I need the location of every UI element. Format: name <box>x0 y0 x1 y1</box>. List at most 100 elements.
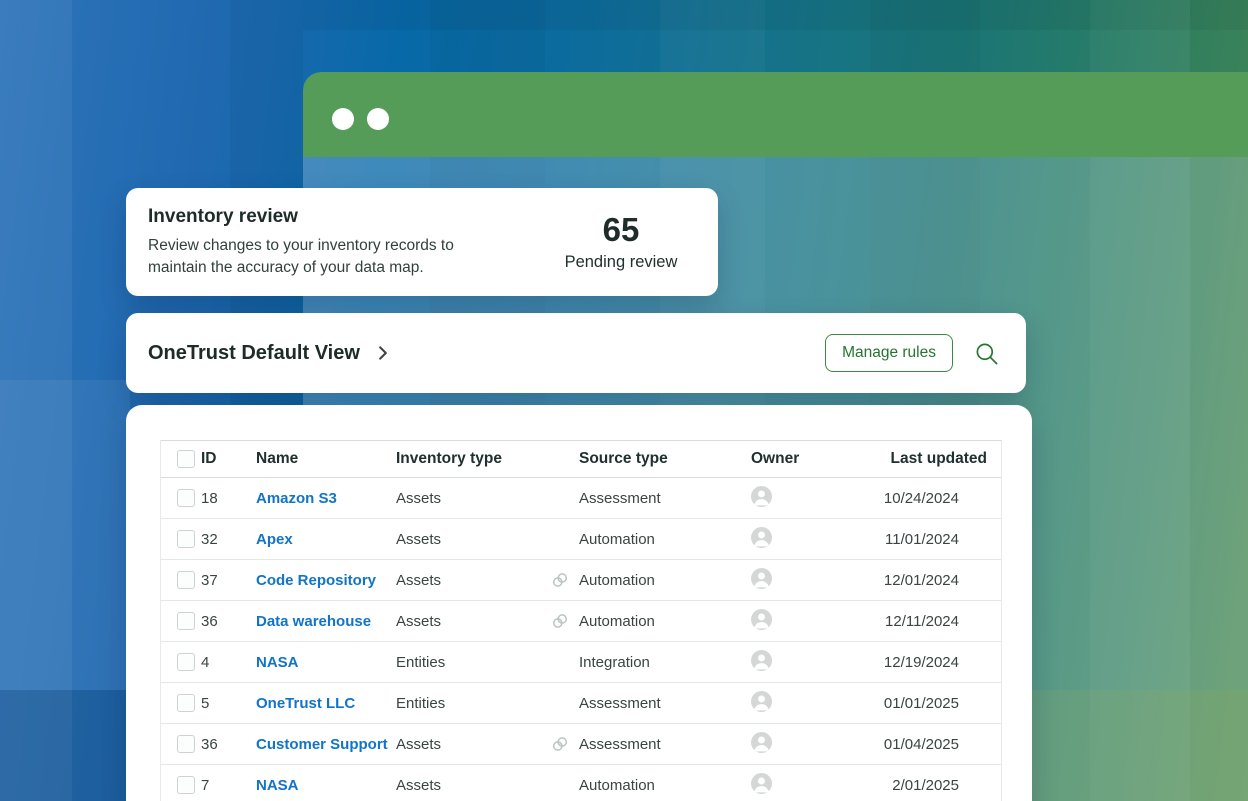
checkbox-cell <box>161 653 201 671</box>
cell-id: 5 <box>201 695 256 712</box>
record-link[interactable]: OneTrust LLC <box>256 695 355 712</box>
owner-avatar-icon <box>751 568 772 589</box>
cell-source-type: Integration <box>551 653 751 671</box>
checkbox-cell <box>161 571 201 589</box>
source-type-label: Integration <box>579 654 650 671</box>
row-checkbox[interactable] <box>177 489 195 507</box>
source-type-label: Assessment <box>579 490 661 507</box>
row-checkbox[interactable] <box>177 653 195 671</box>
sync-link-icon <box>551 571 579 589</box>
cell-last-updated: 12/19/2024 <box>883 654 1001 671</box>
card-title: Inventory review <box>148 206 524 228</box>
record-link[interactable]: Amazon S3 <box>256 490 337 507</box>
owner-avatar-icon <box>751 486 772 507</box>
source-type-label: Automation <box>579 613 655 630</box>
column-header-owner: Owner <box>751 450 883 468</box>
source-type-label: Automation <box>579 572 655 589</box>
checkbox-cell <box>161 735 201 753</box>
cell-last-updated: 2/01/2025 <box>883 777 1001 794</box>
pending-review-counter: 65 Pending review <box>524 212 718 271</box>
inventory-table: IDNameInventory typeSource typeOwnerLast… <box>160 440 1002 801</box>
cell-id: 18 <box>201 490 256 507</box>
cell-source-type: Assessment <box>551 489 751 507</box>
row-checkbox[interactable] <box>177 694 195 712</box>
cell-name: OneTrust LLC <box>256 695 396 712</box>
row-checkbox[interactable] <box>177 571 195 589</box>
owner-avatar-icon <box>751 773 772 794</box>
record-link[interactable]: Apex <box>256 531 293 548</box>
pending-count: 65 <box>603 212 640 248</box>
cell-inventory-type: Assets <box>396 572 551 589</box>
column-header-date: Last updated <box>883 450 1001 468</box>
record-link[interactable]: Data warehouse <box>256 613 371 630</box>
cell-inventory-type: Assets <box>396 613 551 630</box>
cell-owner <box>751 691 883 716</box>
cell-inventory-type: Entities <box>396 695 551 712</box>
record-link[interactable]: NASA <box>256 654 299 671</box>
search-icon <box>973 340 1000 367</box>
row-checkbox[interactable] <box>177 612 195 630</box>
cell-name: Amazon S3 <box>256 490 396 507</box>
window-title-bar <box>303 72 1248 157</box>
cell-source-type: Automation <box>551 612 751 630</box>
screenshot-stage: Inventory review Review changes to your … <box>0 0 1248 801</box>
cell-inventory-type: Entities <box>396 654 551 671</box>
cell-inventory-type: Assets <box>396 777 551 794</box>
cell-last-updated: 12/11/2024 <box>883 613 1001 630</box>
row-checkbox[interactable] <box>177 735 195 753</box>
table-row[interactable]: 18 Amazon S3 Assets Assessment 10/24/202… <box>161 478 1001 519</box>
source-type-label: Automation <box>579 777 655 794</box>
search-button[interactable] <box>973 340 1000 367</box>
cell-last-updated: 12/01/2024 <box>883 572 1001 589</box>
table-row[interactable]: 32 Apex Assets Automation 11/01/2024 <box>161 519 1001 560</box>
window-control-dot-icon[interactable] <box>367 108 389 130</box>
cell-id: 4 <box>201 654 256 671</box>
inventory-review-card: Inventory review Review changes to your … <box>126 188 718 296</box>
view-bar: OneTrust Default View Manage rules <box>126 313 1026 393</box>
cell-owner <box>751 568 883 593</box>
table-row[interactable]: 36 Customer Support Assets Assessment 01… <box>161 724 1001 765</box>
select-all-cell <box>161 450 201 468</box>
cell-last-updated: 01/01/2025 <box>883 695 1001 712</box>
owner-avatar-icon <box>751 732 772 753</box>
record-link[interactable]: Customer Support <box>256 736 388 753</box>
table-row[interactable]: 37 Code Repository Assets Automation 12/… <box>161 560 1001 601</box>
window-control-dot-icon[interactable] <box>332 108 354 130</box>
cell-source-type: Assessment <box>551 735 751 753</box>
pending-count-label: Pending review <box>565 253 678 272</box>
cell-last-updated: 10/24/2024 <box>883 490 1001 507</box>
cell-id: 36 <box>201 613 256 630</box>
checkbox-cell <box>161 612 201 630</box>
inventory-table-card: IDNameInventory typeSource typeOwnerLast… <box>126 405 1032 801</box>
table-row[interactable]: 36 Data warehouse Assets Automation 12/1… <box>161 601 1001 642</box>
table-row[interactable]: 4 NASA Entities Integration 12/19/2024 <box>161 642 1001 683</box>
row-checkbox[interactable] <box>177 530 195 548</box>
cell-inventory-type: Assets <box>396 531 551 548</box>
cell-source-type: Automation <box>551 530 751 548</box>
row-checkbox[interactable] <box>177 776 195 794</box>
cell-name: NASA <box>256 777 396 794</box>
cell-owner <box>751 732 883 757</box>
table-row[interactable]: 5 OneTrust LLC Entities Assessment 01/01… <box>161 683 1001 724</box>
record-link[interactable]: Code Repository <box>256 572 376 589</box>
manage-rules-button[interactable]: Manage rules <box>825 334 953 372</box>
cell-owner <box>751 650 883 675</box>
table-row[interactable]: 7 NASA Assets Automation 2/01/2025 <box>161 765 1001 801</box>
cell-id: 37 <box>201 572 256 589</box>
owner-avatar-icon <box>751 691 772 712</box>
record-link[interactable]: NASA <box>256 777 299 794</box>
column-header-inv: Inventory type <box>396 450 551 468</box>
inventory-review-text-block: Inventory review Review changes to your … <box>126 206 524 279</box>
view-selector[interactable]: OneTrust Default View <box>148 342 392 365</box>
column-header-src: Source type <box>551 450 751 468</box>
cell-name: Customer Support <box>256 736 396 753</box>
cell-id: 7 <box>201 777 256 794</box>
cell-name: Data warehouse <box>256 613 396 630</box>
source-type-label: Assessment <box>579 736 661 753</box>
card-description: Review changes to your inventory records… <box>148 235 514 279</box>
source-type-label: Assessment <box>579 695 661 712</box>
cell-last-updated: 11/01/2024 <box>883 531 1001 548</box>
checkbox-cell <box>161 530 201 548</box>
cell-owner <box>751 527 883 552</box>
select-all-checkbox[interactable] <box>177 450 195 468</box>
